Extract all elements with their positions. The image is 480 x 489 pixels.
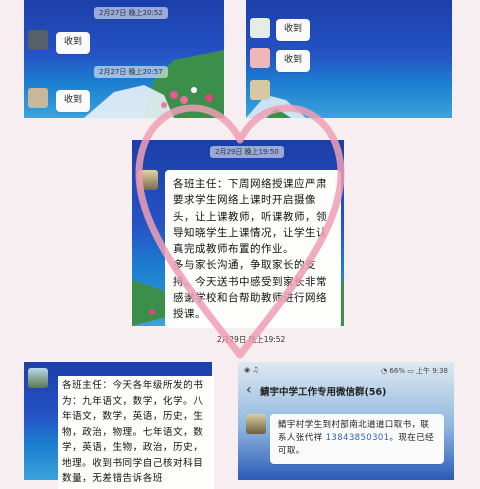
chat-title: 鲭宇中学工作专用微信群(56) [260,387,387,398]
message-bubble: 各班主任：今天各年级所发的书为：九年语文，数学，化学。八年语文，数学，英语，历史… [58,376,214,489]
message-text: 鲭宇村学生到村部南北道道口取书，联系人张代祥 13843850301。现在已经可… [278,420,435,457]
avatar [28,88,48,108]
message-bubble: 收到 [276,50,311,72]
message-bubble: 鲭宇村学生到村部南北道道口取书，联系人张代祥 13843850301。现在已经可… [270,414,444,464]
avatar [250,48,270,68]
avatar [138,170,158,190]
avatar [250,80,270,100]
timestamp: 2月27日 晚上20:52 [94,7,168,19]
timestamp: 2月27日 晚上20:57 [94,66,168,78]
message-bubble: 收到 [56,32,91,54]
long-message-bubble: 各班主任：下周网络授课应严肃要求学生网络上课时开启摄像头，让上课教师，听课教师，… [165,170,341,329]
avatar [246,414,266,434]
status-icons: ◉ ♫ [244,366,259,374]
timestamp: 2月29日 晚上19:52 [217,335,286,344]
phone-link[interactable]: 13843850301 [326,433,390,443]
avatar [28,30,48,50]
status-bar: ◔ 66% ▭ 上午 9:38 [381,367,448,375]
timestamp: 2月29日 晚上19:50 [210,146,284,158]
message-bubble: 收到 [276,19,311,41]
back-button[interactable]: ‹ [246,382,252,398]
avatar [250,18,270,38]
top-right-panel: 收到 收到 [246,0,452,118]
avatar [28,368,48,388]
top-left-panel: 2月27日 晚上20:52 收到 2月27日 晚上20:57 收到 [24,0,224,118]
bottom-right-panel: ◉ ♫ ◔ 66% ▭ 上午 9:38 ‹ 鲭宇中学工作专用微信群(56) 鲭宇… [238,362,454,480]
message-bubble: 收到 [56,90,91,112]
